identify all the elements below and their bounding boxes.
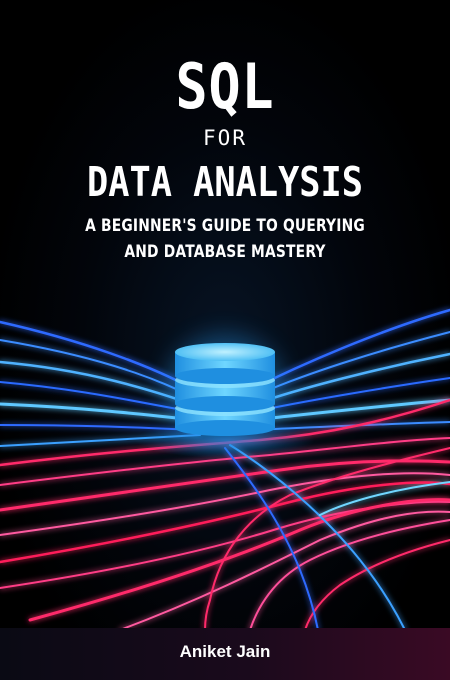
title-sql: SQL <box>175 50 275 123</box>
book-cover: SQL FOR DATA ANALYSIS A BEGINNER'S GUIDE… <box>0 0 450 680</box>
title-data-analysis: DATA ANALYSIS <box>87 158 363 206</box>
author-name: Aniket Jain <box>179 642 271 661</box>
database-cylinder-icon <box>175 343 275 436</box>
light-streaks-artwork <box>0 308 450 630</box>
subtitle-line-2: AND DATABASE MASTERY <box>124 242 326 261</box>
subtitle-line-1: A BEGINNER'S GUIDE TO QUERYING <box>85 216 365 235</box>
title-for: FOR <box>203 126 247 150</box>
